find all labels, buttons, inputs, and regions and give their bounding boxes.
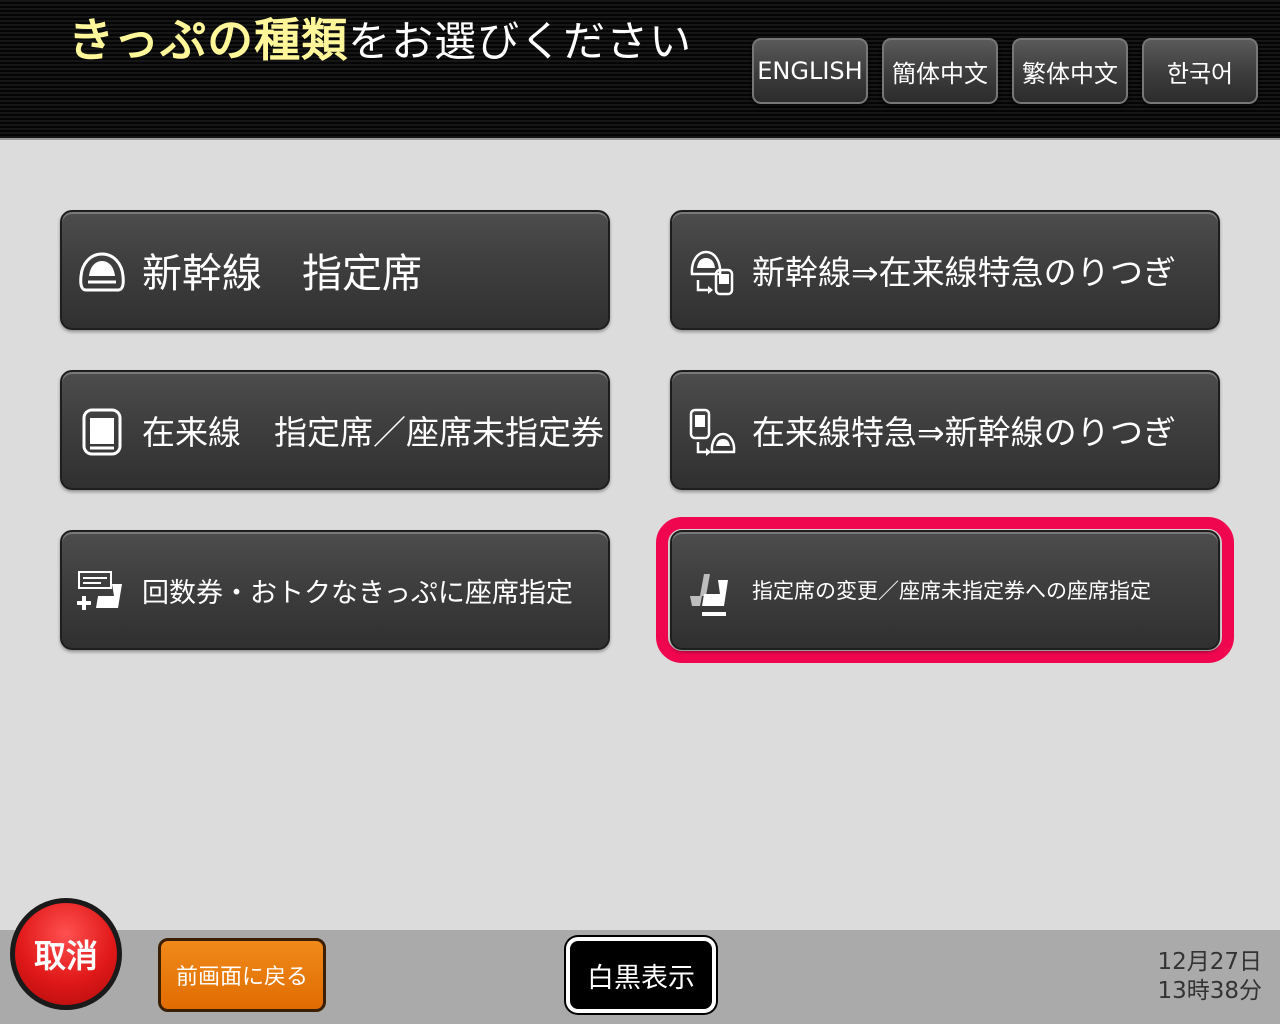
language-english-button[interactable]: ENGLISH bbox=[752, 38, 868, 104]
menu-item-label: 指定席の変更／座席未指定券への座席指定 bbox=[752, 579, 1151, 603]
conventional-train-icon bbox=[82, 408, 122, 456]
shinkansen-to-limited-express-icon bbox=[690, 250, 734, 296]
ticket-seat-add-icon bbox=[77, 571, 122, 610]
title-rest: をお選びください bbox=[348, 17, 693, 66]
header-bar: きっぷの種類をお選びください ENGLISH 簡体中文 繁体中文 한국어 bbox=[0, 0, 1280, 140]
monochrome-display-button[interactable]: 白黒表示 bbox=[566, 937, 716, 1013]
coupon-ticket-seat-reservation-button[interactable]: 回数券・おトクなきっぷに座席指定 bbox=[60, 530, 610, 650]
page-title: きっぷの種類をお選びください bbox=[68, 10, 692, 72]
cancel-button[interactable]: 取消 bbox=[10, 898, 122, 1010]
back-button[interactable]: 前画面に戻る bbox=[158, 938, 326, 1012]
reserved-seat-change-button[interactable]: 指定席の変更／座席未指定券への座席指定 bbox=[670, 530, 1220, 650]
language-korean-button[interactable]: 한국어 bbox=[1142, 38, 1258, 104]
language-traditional-chinese-button[interactable]: 繁体中文 bbox=[1012, 38, 1128, 104]
limited-express-to-shinkansen-icon bbox=[689, 408, 736, 456]
time-text: 13時38分 bbox=[1157, 978, 1262, 1004]
menu-item-label: 新幹線⇒在来線特急のりつぎ bbox=[752, 253, 1176, 292]
menu-item-label: 在来線特急⇒新幹線のりつぎ bbox=[752, 413, 1176, 452]
shinkansen-icon bbox=[79, 252, 125, 292]
language-simplified-chinese-button[interactable]: 簡体中文 bbox=[882, 38, 998, 104]
limited-express-to-shinkansen-button[interactable]: 在来線特急⇒新幹線のりつぎ bbox=[670, 370, 1220, 490]
shinkansen-reserved-seat-button[interactable]: 新幹線 指定席 bbox=[60, 210, 610, 330]
date-text: 12月27日 bbox=[1157, 949, 1262, 975]
conventional-line-reserved-seat-button[interactable]: 在来線 指定席／座席未指定券 bbox=[60, 370, 610, 490]
menu-item-label: 新幹線 指定席 bbox=[142, 251, 422, 297]
menu-item-label: 在来線 指定席／座席未指定券 bbox=[142, 413, 604, 452]
menu-item-label: 回数券・おトクなきっぷに座席指定 bbox=[142, 577, 573, 609]
title-highlight: きっぷの種類 bbox=[68, 13, 349, 67]
date-time-display: 12月27日 13時38分 bbox=[1157, 948, 1262, 1006]
seat-change-icon bbox=[690, 574, 728, 616]
shinkansen-to-limited-express-button[interactable]: 新幹線⇒在来線特急のりつぎ bbox=[670, 210, 1220, 330]
